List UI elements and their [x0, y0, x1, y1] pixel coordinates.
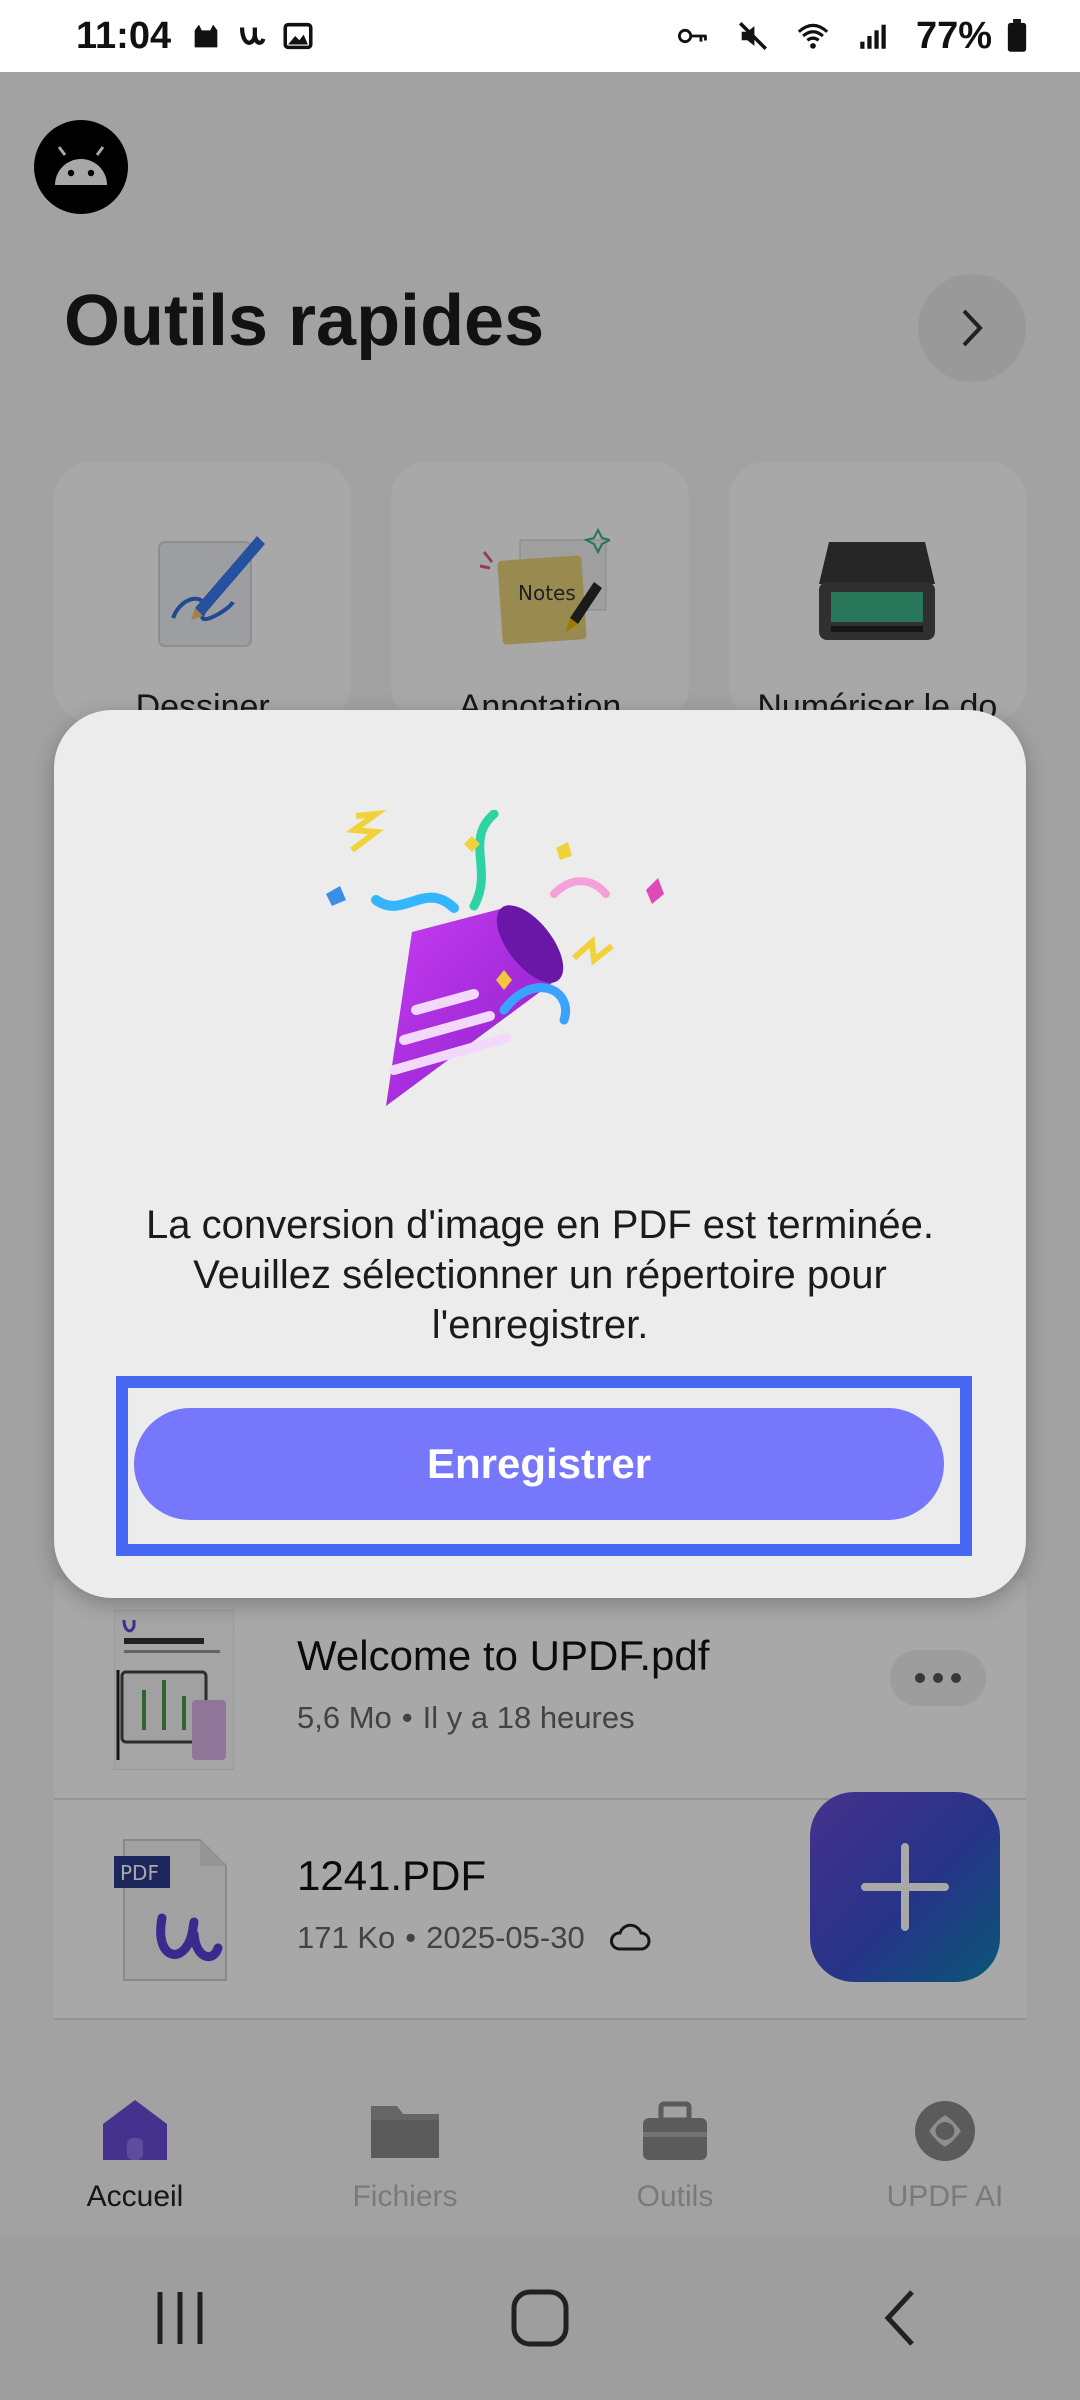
- wifi-icon: [797, 23, 829, 49]
- dialog-message: La conversion d'image en PDF est terminé…: [145, 1203, 935, 1347]
- party-popper-icon: [326, 810, 664, 1106]
- status-time: 11:04: [76, 14, 172, 57]
- image-icon: [283, 22, 313, 50]
- battery-icon: [1007, 19, 1027, 52]
- signal-icon: [860, 24, 886, 49]
- vpn-key-icon: [677, 28, 707, 44]
- conversion-complete-dialog: La conversion d'image en PDF est terminé…: [54, 710, 1026, 1598]
- battery-level: 77%: [915, 14, 992, 57]
- mute-icon: [738, 21, 767, 51]
- status-bar: 11:04 77%: [0, 0, 1080, 72]
- updf-icon: [240, 27, 266, 45]
- cat-icon: [194, 24, 218, 48]
- save-button[interactable]: Enregistrer: [134, 1408, 944, 1520]
